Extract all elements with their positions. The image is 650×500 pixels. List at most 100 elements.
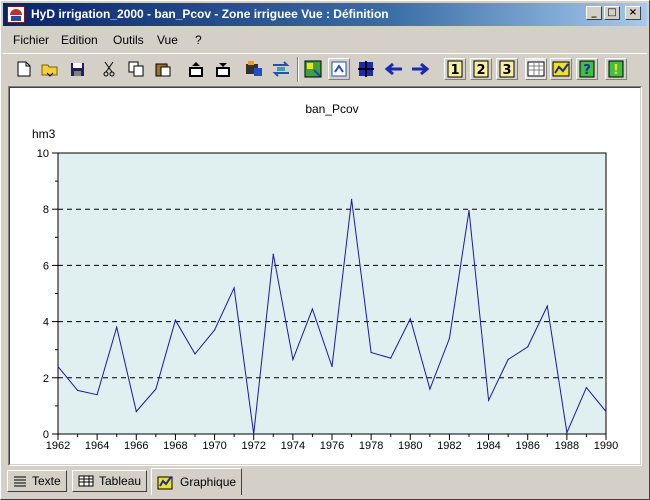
data-point — [76, 389, 79, 392]
x-tick-label: 1984 — [476, 440, 500, 452]
data-point — [487, 399, 490, 401]
tab-tableau[interactable]: Tableau — [72, 470, 148, 492]
tab-label: Texte — [32, 474, 61, 488]
x-tick-label: 1964 — [85, 440, 109, 452]
data-point — [311, 308, 314, 310]
grid-green-icon[interactable] — [302, 58, 324, 80]
data-point — [468, 210, 470, 212]
tab-texte[interactable]: Texte — [7, 470, 67, 492]
toolbar-separator — [297, 57, 299, 82]
x-tick-label: 1980 — [398, 440, 422, 452]
view-1-icon[interactable]: 1 — [444, 58, 466, 80]
app-icon[interactable] — [7, 6, 25, 23]
fit-icon[interactable] — [328, 58, 350, 80]
swap-icon[interactable] — [270, 58, 292, 80]
minimize-button[interactable]: _ — [586, 6, 602, 20]
table-view-icon[interactable] — [525, 58, 547, 80]
import-icon[interactable] — [212, 58, 234, 80]
x-tick-label: 1976 — [320, 440, 344, 452]
x-tick-label: 1988 — [555, 440, 579, 452]
chart-title: ban_Pcov — [305, 102, 358, 116]
data-point — [429, 388, 431, 390]
paste-icon[interactable] — [152, 58, 174, 80]
x-tick-label: 1990 — [594, 440, 618, 452]
data-point — [233, 287, 235, 289]
data-point — [566, 431, 568, 434]
close-button[interactable]: × — [625, 6, 641, 20]
tab-label: Graphique — [180, 475, 237, 489]
data-point — [546, 305, 548, 307]
window-title: HyD irrigation_2000 - ban_Pcov - Zone ir… — [31, 7, 389, 21]
x-tick-label: 1974 — [281, 440, 305, 452]
data-point — [116, 326, 118, 328]
arrow-right-icon[interactable] — [409, 58, 431, 80]
app-window: HyD irrigation_2000 - ban_Pcov - Zone ir… — [0, 0, 650, 500]
cut-icon[interactable] — [98, 58, 120, 80]
chart-view-icon[interactable] — [550, 58, 572, 80]
plot-area — [57, 152, 607, 435]
svg-text:3: 3 — [502, 63, 511, 78]
data-point — [194, 353, 196, 355]
chart-panel: ban_Pcov hm3 0 2 4 6 8 10 1962 1964 1966 1968 1970 19… — [8, 86, 642, 466]
data-point — [272, 253, 274, 255]
view-tabs: Texte Tableau Graphique — [7, 468, 647, 496]
x-tick-label: 1972 — [241, 440, 265, 452]
open-folder-icon[interactable] — [39, 58, 61, 80]
data-point — [605, 410, 607, 413]
data-point — [331, 365, 333, 368]
y-tick-label: 10 — [37, 148, 49, 160]
data-point — [350, 198, 353, 200]
data-point — [370, 351, 372, 354]
x-tick-label: 1962 — [46, 440, 70, 452]
select-icon[interactable] — [355, 58, 377, 80]
title-bar[interactable]: HyD irrigation_2000 - ban_Pcov - Zone ir… — [3, 3, 647, 26]
data-point — [292, 358, 294, 361]
x-tick-label: 1968 — [163, 440, 187, 452]
x-tick-label: 1970 — [202, 440, 226, 452]
data-point — [155, 388, 157, 390]
menu-edition[interactable]: Edition — [61, 33, 98, 47]
menu-outils[interactable]: Outils — [113, 33, 144, 47]
data-point — [390, 357, 392, 359]
data-point — [585, 387, 588, 389]
compute-icon[interactable] — [243, 58, 265, 80]
y-tick-label: 2 — [43, 373, 49, 385]
data-point — [527, 346, 529, 348]
y-axis-label: hm3 — [32, 127, 56, 141]
save-icon[interactable] — [66, 58, 88, 80]
info-icon[interactable]: ! — [605, 58, 627, 80]
arrow-left-icon[interactable] — [383, 58, 405, 80]
tab-label: Tableau — [99, 474, 142, 488]
data-point — [253, 433, 255, 435]
data-point — [96, 394, 98, 396]
svg-text:1: 1 — [450, 63, 459, 78]
chart-icon — [157, 476, 173, 490]
data-point — [409, 318, 411, 320]
export-icon[interactable] — [185, 58, 207, 80]
data-point — [507, 358, 509, 361]
line-chart: ban_Pcovhm302468101962 1964 1966 1968 1970 19… — [32, 102, 618, 452]
svg-text:?: ? — [583, 63, 591, 78]
view-2-icon[interactable]: 2 — [470, 58, 492, 80]
menu-fichier[interactable]: Fichier — [13, 33, 49, 47]
menu-help[interactable]: ? — [195, 33, 202, 47]
data-point — [174, 319, 177, 321]
data-point — [213, 329, 216, 331]
y-tick-label: 6 — [43, 260, 49, 272]
y-tick-label: 8 — [43, 204, 49, 216]
data-point — [448, 337, 451, 340]
x-tick-label: 1966 — [124, 440, 148, 452]
x-tick-label: 1978 — [359, 440, 383, 452]
menu-vue[interactable]: Vue — [157, 33, 178, 47]
new-file-icon[interactable] — [13, 58, 35, 80]
svg-text:2: 2 — [476, 63, 485, 78]
tab-graphique[interactable]: Graphique — [151, 468, 243, 495]
help-icon[interactable]: ? — [576, 58, 598, 80]
table-icon — [78, 475, 94, 487]
data-point — [135, 410, 137, 413]
x-tick-label: 1982 — [437, 440, 461, 452]
maximize-button[interactable]: □ — [604, 6, 620, 20]
view-3-icon[interactable]: 3 — [496, 58, 518, 80]
copy-icon[interactable] — [125, 58, 147, 80]
toolbar: 1 2 3 ? ! — [3, 53, 647, 85]
